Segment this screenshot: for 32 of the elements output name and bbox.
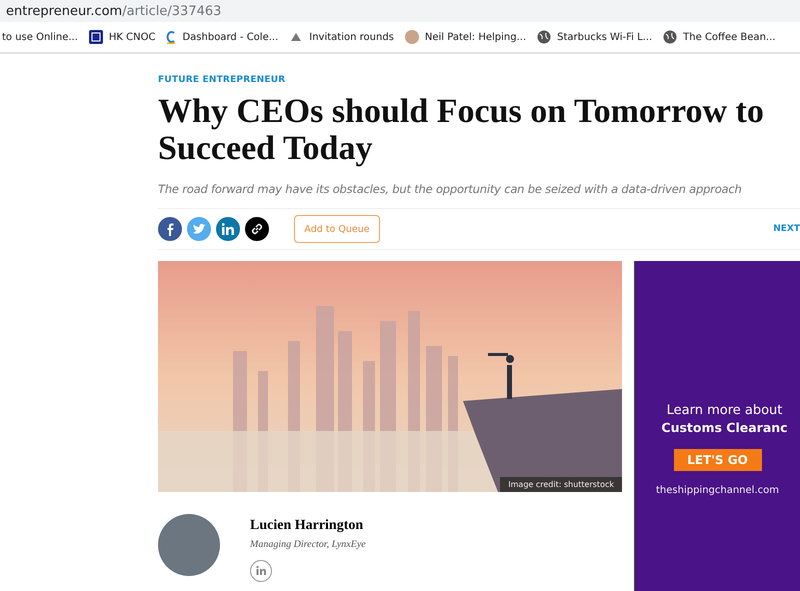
bookmark-item[interactable]: Neil Patel: Helping... bbox=[404, 30, 526, 44]
bookmark-item[interactable]: HK CNOC bbox=[88, 30, 156, 44]
avatar-icon bbox=[404, 30, 419, 44]
globe-icon bbox=[537, 30, 552, 44]
article-title: Why CEOs should Focus on Tomorrow to Succeed Today bbox=[158, 93, 765, 167]
link-icon bbox=[250, 222, 264, 236]
bookmark-item[interactable]: Dashboard - Cole... bbox=[166, 30, 278, 44]
author-name: Lucien Harrington bbox=[250, 518, 364, 534]
bookmark-item[interactable]: Starbucks Wi-Fi L... bbox=[537, 30, 652, 44]
linkedin-button[interactable] bbox=[216, 217, 240, 241]
linkedin-icon[interactable] bbox=[250, 560, 272, 582]
category-label: FUTURE ENTREPRENEUR bbox=[158, 75, 286, 85]
article-subtitle: The road forward may have its obstacles, but the opportunity can be seized with a data-driven approach bbox=[158, 182, 743, 196]
letter-c-icon bbox=[166, 30, 176, 44]
copy-link-button[interactable] bbox=[245, 217, 269, 241]
author-role: Managing Director, LynxEye bbox=[250, 539, 366, 550]
facebook-icon bbox=[165, 222, 175, 236]
ad-headline: Learn more about bbox=[666, 403, 782, 418]
globe-icon bbox=[663, 30, 678, 44]
next-link[interactable]: NEXT bbox=[773, 224, 800, 234]
bird-icon bbox=[192, 223, 206, 235]
ad-website: theshippingchannel.com bbox=[656, 485, 779, 496]
facebook-button[interactable] bbox=[158, 217, 182, 241]
image-credit: Image credit: shutterstock bbox=[500, 477, 622, 492]
ad-banner[interactable]: Learn more about Customs Clearanc LET'S GO theshippingchannel.com bbox=[634, 261, 800, 591]
bookmark-item[interactable]: Invitation rounds bbox=[289, 31, 394, 43]
ad-headline: Customs Clearanc bbox=[661, 420, 788, 435]
badge-icon bbox=[88, 30, 103, 44]
linkedin-icon bbox=[222, 223, 234, 235]
bookmark-item[interactable]: to use Online... bbox=[2, 32, 78, 42]
address-bar[interactable]: entrepreneur.com/article/337463 bbox=[0, 0, 800, 22]
bookmark-item[interactable]: The Coffee Bean... bbox=[663, 30, 776, 44]
